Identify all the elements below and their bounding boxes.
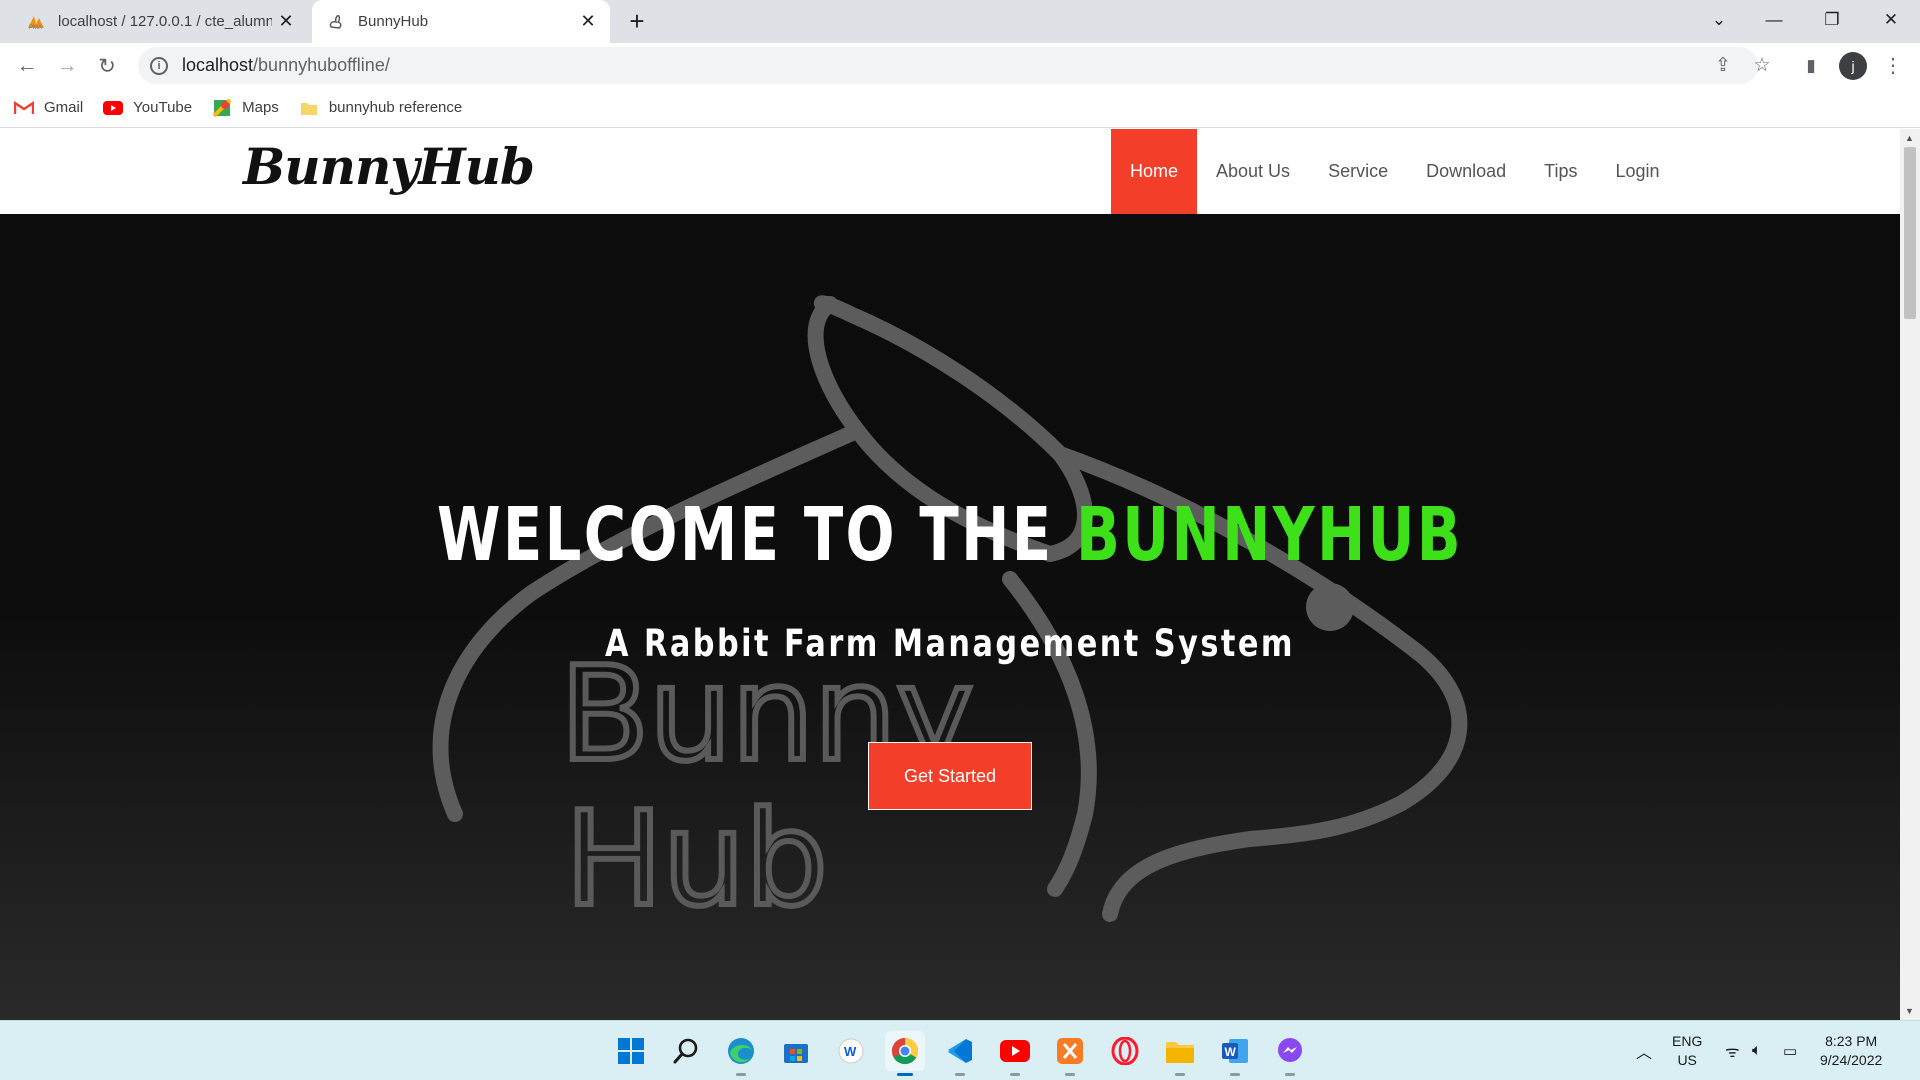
folder-icon — [299, 100, 319, 116]
nav-login[interactable]: Login — [1597, 129, 1679, 214]
windows-start-icon[interactable] — [611, 1031, 651, 1071]
restore-button[interactable]: ❐ — [1803, 0, 1861, 40]
tab-strip: PMA localhost / 127.0.0.1 / cte_alumni ✕… — [0, 0, 1920, 43]
maps-icon — [212, 98, 232, 117]
svg-text:W: W — [1225, 1045, 1237, 1059]
nav-home[interactable]: Home — [1111, 129, 1198, 214]
bookmark-label: Maps — [242, 99, 279, 116]
file-explorer-icon[interactable] — [1160, 1031, 1200, 1076]
minimize-button[interactable]: — — [1745, 0, 1803, 40]
bookmark-label: Gmail — [44, 99, 84, 116]
side-panel-icon[interactable]: ▮ — [1794, 47, 1828, 84]
back-icon[interactable]: ← — [10, 49, 44, 83]
volume-icon[interactable]: 🔈︎ — [1752, 1021, 1762, 1080]
address-bar[interactable]: i localhost/bunnyhuboffline/ — [138, 47, 1758, 84]
hero-title-accent: BUNNYHUB — [1075, 492, 1464, 578]
tab-bunnyhub[interactable]: BunnyHub ✕ — [312, 0, 610, 43]
bookmark-folder[interactable]: bunnyhub reference — [299, 99, 462, 116]
scroll-down-arrow-icon[interactable]: ▼ — [1905, 1006, 1914, 1016]
forward-icon[interactable]: → — [50, 49, 84, 83]
bookmark-maps[interactable]: Maps — [212, 98, 279, 117]
lang-code: ENG — [1672, 1033, 1703, 1049]
nav-download[interactable]: Download — [1407, 129, 1525, 214]
reload-icon[interactable]: ↻ — [90, 49, 124, 83]
tab-search-icon[interactable]: ⌄ — [1690, 0, 1748, 40]
nav-service[interactable]: Service — [1309, 129, 1407, 214]
scroll-up-arrow-icon[interactable]: ▲ — [1905, 133, 1914, 143]
nav-about-us[interactable]: About Us — [1197, 129, 1309, 214]
browser-toolbar: ← → ↻ i localhost/bunnyhuboffline/ ⇪ ☆ ▮… — [0, 43, 1920, 88]
gmail-icon — [14, 100, 34, 116]
site-logo[interactable]: BunnyHub — [243, 137, 535, 196]
bunny-watermark-icon: Bunny Hub — [432, 295, 1468, 938]
close-window-button[interactable]: ✕ — [1862, 0, 1920, 40]
url-host: localhost — [182, 55, 254, 75]
tab-title: BunnyHub — [358, 13, 429, 30]
running-indicator — [1285, 1073, 1295, 1076]
bookmark-youtube[interactable]: YouTube — [103, 99, 192, 116]
tab-phpmyadmin[interactable]: PMA localhost / 127.0.0.1 / cte_alumni ✕ — [12, 0, 308, 43]
hero-title: WELCOME TO THE BUNNYHUB — [209, 492, 1691, 578]
running-indicator — [1065, 1073, 1075, 1076]
edge-icon[interactable] — [721, 1031, 761, 1076]
ai-app-icon[interactable]: W — [831, 1031, 871, 1071]
lang-region: US — [1677, 1052, 1697, 1068]
profile-avatar[interactable]: j — [1839, 52, 1867, 80]
url-text: localhost/bunnyhuboffline/ — [182, 55, 390, 76]
bookmark-label: YouTube — [133, 99, 193, 116]
wifi-icon[interactable]: ᯤ — [1725, 1021, 1740, 1080]
bookmark-star-icon[interactable]: ☆ — [1745, 47, 1779, 84]
running-indicator — [1230, 1073, 1240, 1076]
messenger-icon[interactable] — [1270, 1031, 1310, 1076]
word-icon[interactable]: W — [1215, 1031, 1255, 1076]
share-icon[interactable]: ⇪ — [1706, 47, 1740, 84]
bunny-icon — [326, 12, 346, 32]
language-indicator[interactable]: ENG US — [1672, 1021, 1702, 1080]
youtube-icon — [103, 100, 124, 116]
close-tab-icon[interactable]: ✕ — [272, 8, 300, 36]
svg-text:W: W — [844, 1044, 857, 1059]
store-icon[interactable] — [776, 1031, 816, 1071]
close-tab-icon[interactable]: ✕ — [574, 8, 602, 36]
page-scrollbar[interactable]: ▲ ▼ — [1900, 129, 1920, 1020]
clock-date: 9/24/2022 — [1820, 1052, 1883, 1068]
chrome-icon[interactable] — [885, 1031, 925, 1076]
site-header: BunnyHub Home About Us Service Download … — [0, 129, 1900, 214]
battery-icon[interactable]: ▭ — [1783, 1021, 1797, 1080]
bookmark-label: bunnyhub reference — [328, 99, 463, 116]
running-indicator — [736, 1073, 746, 1076]
hero-section: Bunny Hub WELCOME TO THE BUNNYHUB A Rabb… — [0, 214, 1900, 1020]
clock-time: 8:23 PM — [1825, 1033, 1878, 1049]
vscode-icon[interactable] — [940, 1031, 980, 1076]
bookmarks-bar: Gmail YouTube Maps bunnyhub reference — [0, 88, 1920, 128]
tab-title: localhost / 127.0.0.1 / cte_alumni — [58, 13, 272, 30]
running-indicator — [1010, 1073, 1020, 1076]
running-indicator — [1175, 1073, 1185, 1076]
running-indicator — [955, 1073, 965, 1076]
phpmyadmin-icon: PMA — [26, 12, 46, 32]
windows-taskbar: W W ︿ ENG US ᯤ 🔈︎ ▭ 8:23 PM 9/24/2022 — [0, 1020, 1920, 1080]
youtube-icon[interactable] — [995, 1031, 1035, 1076]
get-started-button[interactable]: Get Started — [868, 742, 1032, 810]
bookmark-gmail[interactable]: Gmail — [14, 99, 83, 116]
hero-title-prefix: WELCOME TO THE — [436, 492, 1054, 578]
scrollbar-thumb[interactable] — [1904, 147, 1916, 319]
show-hidden-icons-icon[interactable]: ︿ — [1636, 1021, 1652, 1080]
watermark-text-hub: Hub — [565, 783, 828, 935]
clock[interactable]: 8:23 PM 9/24/2022 — [1820, 1021, 1882, 1080]
running-indicator — [897, 1073, 913, 1076]
hero-subtitle: A Rabbit Farm Management System — [605, 622, 1295, 665]
xampp-icon[interactable] — [1050, 1031, 1090, 1076]
site-info-icon[interactable]: i — [150, 56, 168, 75]
opera-icon[interactable] — [1105, 1031, 1145, 1071]
svg-text:PMA: PMA — [29, 25, 42, 30]
main-nav: Home About Us Service Download Tips Logi… — [1111, 129, 1679, 214]
page-viewport: BunnyHub Home About Us Service Download … — [0, 129, 1900, 1020]
nav-tips[interactable]: Tips — [1525, 129, 1596, 214]
search-icon[interactable] — [666, 1031, 706, 1071]
menu-icon[interactable]: ⋮ — [1876, 47, 1910, 84]
new-tab-button[interactable]: + — [622, 6, 652, 36]
url-path: /bunnyhuboffline/ — [253, 55, 390, 75]
